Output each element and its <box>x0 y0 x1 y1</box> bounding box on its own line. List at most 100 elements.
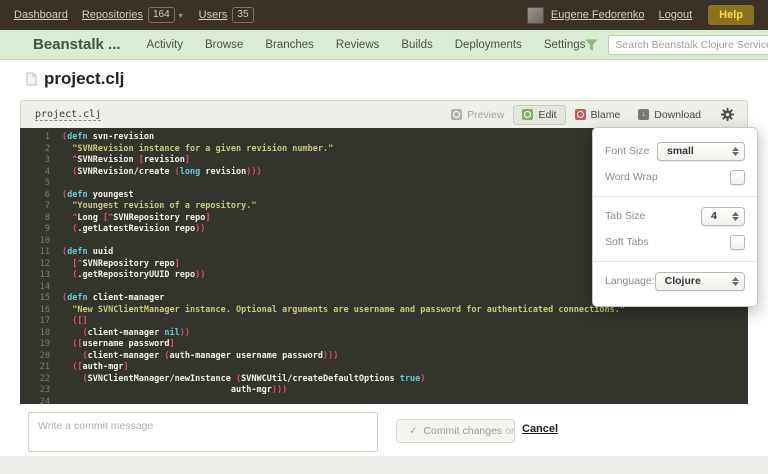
code-line: 24 <box>20 397 748 405</box>
code-text: (.getRepositoryUUID repo)) <box>62 270 205 282</box>
nav-item-activity[interactable]: Activity <box>147 39 183 51</box>
line-number: 15 <box>20 293 50 305</box>
settings-divider <box>593 196 757 197</box>
code-text: (defn uuid <box>62 247 113 259</box>
nav-item-settings[interactable]: Settings <box>544 39 586 51</box>
tab-size-select[interactable]: 4 <box>701 207 745 226</box>
code-text: (.getLatestRevision repo)) <box>62 224 205 236</box>
nav-item-browse[interactable]: Browse <box>205 39 243 51</box>
file-tab[interactable]: project.clj <box>35 109 101 121</box>
line-number: 22 <box>20 374 50 386</box>
line-number: 12 <box>20 259 50 271</box>
word-wrap-row: Word Wrap <box>593 164 757 190</box>
preview-button[interactable]: Preview <box>442 105 513 125</box>
line-number: 14 <box>20 282 50 294</box>
code-line: 23 auth-mgr))) <box>20 385 748 397</box>
footer-strip <box>0 456 768 474</box>
line-number: 11 <box>20 247 50 259</box>
code-text: (defn youngest <box>62 190 134 202</box>
code-text: auth-mgr))) <box>62 385 287 397</box>
code-text: (SVNClientManager/newInstance (SVNWCUtil… <box>62 374 425 386</box>
blame-button[interactable]: Blame <box>566 105 630 125</box>
filter-icon[interactable] <box>585 39 598 51</box>
repositories-link[interactable]: Repositories <box>82 9 143 21</box>
line-number: 6 <box>20 190 50 202</box>
soft-tabs-checkbox[interactable] <box>730 235 745 250</box>
commit-changes-button[interactable]: ✓ Commit changes <box>396 419 515 443</box>
top-bar: Dashboard Repositories 164 ▾ Users 35 Eu… <box>0 0 768 30</box>
line-number: 1 <box>20 132 50 144</box>
repositories-count-badge: 164 <box>148 7 175 23</box>
download-label: Download <box>654 109 701 121</box>
or-text: or <box>505 425 514 437</box>
commit-message-input[interactable] <box>28 412 378 452</box>
user-avatar[interactable] <box>527 7 544 24</box>
file-toolbar: project.clj Preview Edit Blame ↓ Downloa… <box>20 100 748 128</box>
line-number: 8 <box>20 213 50 225</box>
language-value: Clojure <box>665 275 701 287</box>
tab-size-row: Tab Size 4 <box>593 203 757 229</box>
cancel-link[interactable]: Cancel <box>522 423 558 435</box>
repo-navbar: Beanstalk ... Activity Browse Branches Revi… <box>0 30 768 60</box>
code-line: 18 (client-manager nil)) <box>20 328 748 340</box>
line-number: 19 <box>20 339 50 351</box>
line-number: 3 <box>20 155 50 167</box>
editor-settings-panel: Font Size small Word Wrap Tab Size 4 <box>592 127 758 307</box>
line-number: 7 <box>20 201 50 213</box>
code-text: "New SVNClientManager instance. Optional… <box>62 305 625 317</box>
language-label: Language: <box>605 275 655 287</box>
commit-changes-label: Commit changes <box>423 425 502 437</box>
line-number: 18 <box>20 328 50 340</box>
help-button[interactable]: Help <box>708 5 754 25</box>
beanstalk-logo[interactable]: Beanstalk ... <box>33 36 121 53</box>
soft-tabs-label: Soft Tabs <box>605 236 649 248</box>
font-size-select[interactable]: small <box>657 142 745 161</box>
line-number: 24 <box>20 397 50 405</box>
select-stepper-icon <box>732 212 739 221</box>
font-size-label: Font Size <box>605 145 649 157</box>
user-name-link[interactable]: Eugene Fedorenko <box>551 9 645 21</box>
nav-item-deployments[interactable]: Deployments <box>455 39 522 51</box>
code-text: (SVNRevision/create (long revision))) <box>62 167 262 179</box>
page-heading: project.clj <box>26 69 124 89</box>
nav-item-reviews[interactable]: Reviews <box>336 39 379 51</box>
users-link[interactable]: Users <box>199 9 228 21</box>
code-text: ([username password] <box>62 339 175 351</box>
code-text: "Youngest revision of a repository." <box>62 201 256 213</box>
code-line: 19 ([username password] <box>20 339 748 351</box>
logout-link[interactable]: Logout <box>659 9 693 21</box>
word-wrap-label: Word Wrap <box>605 171 658 183</box>
preview-icon <box>451 109 462 120</box>
code-text: (defn svn-revision <box>62 132 154 144</box>
nav-item-branches[interactable]: Branches <box>265 39 314 51</box>
edit-button[interactable]: Edit <box>513 105 565 125</box>
code-text: ([] <box>62 316 88 328</box>
language-row: Language: Clojure <box>593 268 757 294</box>
download-icon: ↓ <box>638 109 649 120</box>
line-number: 20 <box>20 351 50 363</box>
word-wrap-checkbox[interactable] <box>730 170 745 185</box>
code-text: (defn client-manager <box>62 293 164 305</box>
tab-size-label: Tab Size <box>605 210 645 222</box>
select-stepper-icon <box>732 277 739 286</box>
code-line: 17 ([] <box>20 316 748 328</box>
line-number: 10 <box>20 236 50 248</box>
line-number: 5 <box>20 178 50 190</box>
nav-item-builds[interactable]: Builds <box>401 39 432 51</box>
dashboard-link[interactable]: Dashboard <box>14 9 68 21</box>
search-input[interactable] <box>608 35 768 55</box>
code-text: (client-manager nil)) <box>62 328 190 340</box>
file-icon <box>26 72 37 86</box>
blame-label: Blame <box>591 109 621 121</box>
font-size-value: small <box>667 145 694 157</box>
language-select[interactable]: Clojure <box>655 272 745 291</box>
line-number: 23 <box>20 385 50 397</box>
blame-icon <box>575 109 586 120</box>
preview-label: Preview <box>467 109 504 121</box>
repositories-dropdown-caret-icon[interactable]: ▾ <box>179 11 183 20</box>
download-button[interactable]: ↓ Download <box>629 105 710 125</box>
code-line: 20 (client-manager (auth-manager usernam… <box>20 351 748 363</box>
gear-icon[interactable] <box>718 105 737 124</box>
soft-tabs-row: Soft Tabs <box>593 229 757 255</box>
tab-size-value: 4 <box>711 210 717 222</box>
